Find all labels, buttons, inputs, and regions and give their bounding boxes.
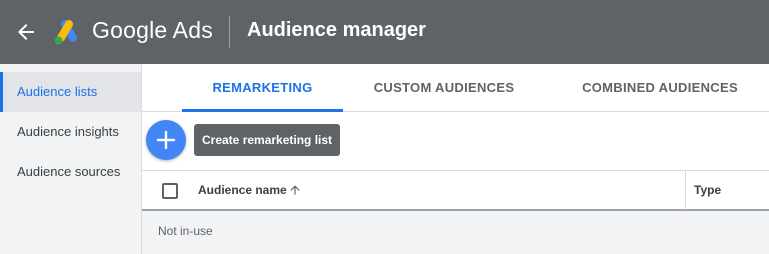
active-tab-indicator: [182, 109, 343, 112]
google-ads-logo[interactable]: [52, 17, 82, 47]
sidebar-item-audience-insights[interactable]: Audience insights: [0, 112, 141, 152]
add-remarketing-list-button[interactable]: [146, 120, 186, 160]
page-title: Audience manager: [247, 19, 426, 41]
top-bar: Google Ads Audience manager: [0, 0, 769, 64]
table-header: Audience name Type: [142, 170, 769, 211]
tab-bar: REMARKETING CUSTOM AUDIENCES COMBINED AU…: [142, 64, 769, 112]
sidebar: Audience lists Audience insights Audienc…: [0, 64, 142, 254]
add-icon: [156, 130, 176, 150]
select-all-checkbox[interactable]: [162, 183, 178, 199]
tab-custom-audiences[interactable]: CUSTOM AUDIENCES: [354, 64, 534, 112]
tab-remarketing[interactable]: REMARKETING: [182, 64, 343, 112]
sidebar-item-audience-sources[interactable]: Audience sources: [0, 152, 141, 192]
sidebar-item-audience-lists[interactable]: Audience lists: [0, 72, 141, 112]
create-list-tooltip: Create remarketing list: [194, 124, 341, 156]
arrow-back-icon[interactable]: [14, 20, 38, 44]
table-group-row[interactable]: Not in-use: [142, 211, 769, 254]
group-row-label: Not in-use: [158, 224, 213, 238]
brand-name: Google Ads: [92, 17, 213, 43]
tab-combined-audiences[interactable]: COMBINED AUDIENCES: [560, 64, 760, 112]
header-divider: [229, 16, 230, 48]
arrow-upward-icon[interactable]: [288, 183, 302, 197]
column-header-type[interactable]: Type: [694, 171, 721, 210]
column-header-audience-name[interactable]: Audience name: [198, 171, 287, 210]
column-divider: [685, 171, 686, 210]
